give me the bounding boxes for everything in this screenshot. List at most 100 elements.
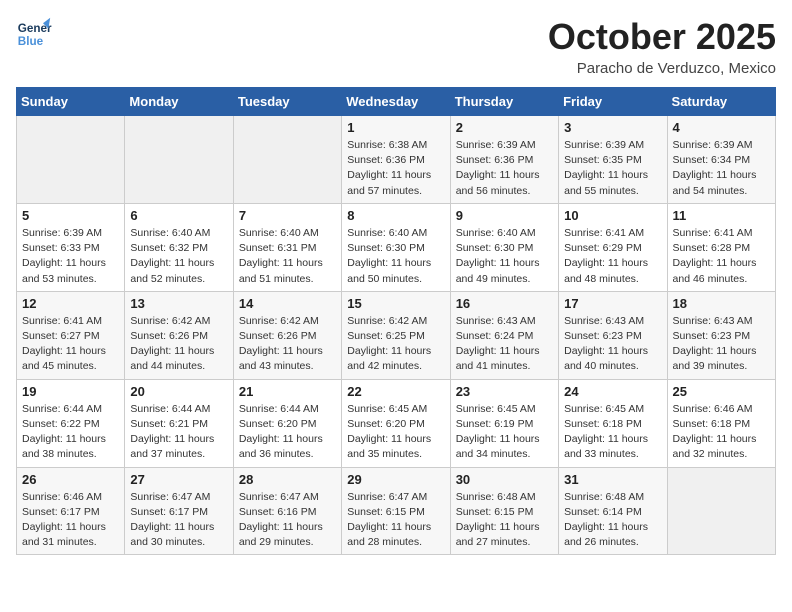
calendar-day-cell: 27 Sunrise: 6:47 AM Sunset: 6:17 PM Dayli… [125, 467, 233, 555]
title-block: October 2025 Paracho de Verduzco, Mexico [548, 16, 776, 77]
day-number: 23 [456, 384, 553, 399]
calendar-day-cell [233, 116, 341, 204]
calendar-day-cell: 5Sunrise: 6:39 AM Sunset: 6:33 PM Daylig… [17, 203, 125, 291]
day-number: 28 [239, 472, 336, 487]
day-number: 19 [22, 384, 119, 399]
day-info: Sunrise: 6:42 AM Sunset: 6:25 PM Dayligh… [347, 314, 444, 375]
weekday-header-cell: Thursday [450, 88, 558, 116]
weekday-header-cell: Monday [125, 88, 233, 116]
day-number: 6 [130, 208, 227, 223]
calendar-day-cell: 13 Sunrise: 6:42 AM Sunset: 6:26 PM Dayli… [125, 291, 233, 379]
calendar-week-row: 19 Sunrise: 6:44 AM Sunset: 6:22 PM Dayli… [17, 379, 776, 467]
day-info: Sunrise: 6:42 AM Sunset: 6:26 PM Dayligh… [239, 314, 336, 375]
page-header: General Blue October 2025 Paracho de Ver… [16, 16, 776, 77]
day-info: Sunrise: 6:46 AM Sunset: 6:17 PM Dayligh… [22, 490, 119, 551]
calendar-day-cell: 23 Sunrise: 6:45 AM Sunset: 6:19 PM Dayli… [450, 379, 558, 467]
calendar-table: SundayMondayTuesdayWednesdayThursdayFrid… [16, 87, 776, 555]
day-number: 2 [456, 120, 553, 135]
calendar-week-row: 5Sunrise: 6:39 AM Sunset: 6:33 PM Daylig… [17, 203, 776, 291]
day-info: Sunrise: 6:40 AM Sunset: 6:31 PM Dayligh… [239, 226, 336, 287]
day-number: 10 [564, 208, 661, 223]
day-info: Sunrise: 6:43 AM Sunset: 6:23 PM Dayligh… [564, 314, 661, 375]
day-number: 24 [564, 384, 661, 399]
calendar-day-cell [125, 116, 233, 204]
day-number: 15 [347, 296, 444, 311]
calendar-day-cell: 20 Sunrise: 6:44 AM Sunset: 6:21 PM Dayli… [125, 379, 233, 467]
calendar-day-cell: 22Sunrise: 6:45 AM Sunset: 6:20 PM Dayli… [342, 379, 450, 467]
day-info: Sunrise: 6:47 AM Sunset: 6:15 PM Dayligh… [347, 490, 444, 551]
day-number: 16 [456, 296, 553, 311]
weekday-header-cell: Friday [559, 88, 667, 116]
day-number: 25 [673, 384, 770, 399]
day-number: 18 [673, 296, 770, 311]
calendar-day-cell [17, 116, 125, 204]
calendar-day-cell: 30 Sunrise: 6:48 AM Sunset: 6:15 PM Dayli… [450, 467, 558, 555]
calendar-day-cell: 6Sunrise: 6:40 AM Sunset: 6:32 PM Daylig… [125, 203, 233, 291]
day-info: Sunrise: 6:39 AM Sunset: 6:34 PM Dayligh… [673, 138, 770, 199]
calendar-day-cell: 3Sunrise: 6:39 AM Sunset: 6:35 PM Daylig… [559, 116, 667, 204]
day-number: 31 [564, 472, 661, 487]
day-info: Sunrise: 6:40 AM Sunset: 6:30 PM Dayligh… [347, 226, 444, 287]
day-number: 1 [347, 120, 444, 135]
calendar-day-cell: 15 Sunrise: 6:42 AM Sunset: 6:25 PM Dayli… [342, 291, 450, 379]
location: Paracho de Verduzco, Mexico [548, 60, 776, 77]
day-number: 26 [22, 472, 119, 487]
calendar-body: 1 Sunrise: 6:38 AM Sunset: 6:36 PM Daylig… [17, 116, 776, 555]
day-info: Sunrise: 6:39 AM Sunset: 6:35 PM Dayligh… [564, 138, 661, 199]
day-info: Sunrise: 6:45 AM Sunset: 6:18 PM Dayligh… [564, 402, 661, 463]
day-number: 29 [347, 472, 444, 487]
day-info: Sunrise: 6:41 AM Sunset: 6:28 PM Dayligh… [673, 226, 770, 287]
weekday-header-row: SundayMondayTuesdayWednesdayThursdayFrid… [17, 88, 776, 116]
day-number: 30 [456, 472, 553, 487]
calendar-day-cell: 28 Sunrise: 6:47 AM Sunset: 6:16 PM Dayli… [233, 467, 341, 555]
calendar-day-cell: 29 Sunrise: 6:47 AM Sunset: 6:15 PM Dayli… [342, 467, 450, 555]
day-info: Sunrise: 6:41 AM Sunset: 6:27 PM Dayligh… [22, 314, 119, 375]
calendar-day-cell: 14Sunrise: 6:42 AM Sunset: 6:26 PM Dayli… [233, 291, 341, 379]
calendar-day-cell: 1 Sunrise: 6:38 AM Sunset: 6:36 PM Daylig… [342, 116, 450, 204]
day-number: 4 [673, 120, 770, 135]
day-info: Sunrise: 6:48 AM Sunset: 6:15 PM Dayligh… [456, 490, 553, 551]
calendar-day-cell: 4 Sunrise: 6:39 AM Sunset: 6:34 PM Daylig… [667, 116, 775, 204]
calendar-day-cell: 24 Sunrise: 6:45 AM Sunset: 6:18 PM Dayli… [559, 379, 667, 467]
calendar-day-cell [667, 467, 775, 555]
calendar-day-cell: 19 Sunrise: 6:44 AM Sunset: 6:22 PM Dayli… [17, 379, 125, 467]
day-number: 8 [347, 208, 444, 223]
calendar-day-cell: 21 Sunrise: 6:44 AM Sunset: 6:20 PM Dayli… [233, 379, 341, 467]
calendar-day-cell: 10Sunrise: 6:41 AM Sunset: 6:29 PM Dayli… [559, 203, 667, 291]
day-number: 21 [239, 384, 336, 399]
day-info: Sunrise: 6:44 AM Sunset: 6:20 PM Dayligh… [239, 402, 336, 463]
day-info: Sunrise: 6:42 AM Sunset: 6:26 PM Dayligh… [130, 314, 227, 375]
calendar-day-cell: 2Sunrise: 6:39 AM Sunset: 6:36 PM Daylig… [450, 116, 558, 204]
calendar-day-cell: 25Sunrise: 6:46 AM Sunset: 6:18 PM Dayli… [667, 379, 775, 467]
calendar-day-cell: 9Sunrise: 6:40 AM Sunset: 6:30 PM Daylig… [450, 203, 558, 291]
calendar-day-cell: 26 Sunrise: 6:46 AM Sunset: 6:17 PM Dayli… [17, 467, 125, 555]
calendar-week-row: 1 Sunrise: 6:38 AM Sunset: 6:36 PM Daylig… [17, 116, 776, 204]
day-info: Sunrise: 6:47 AM Sunset: 6:16 PM Dayligh… [239, 490, 336, 551]
day-number: 27 [130, 472, 227, 487]
day-number: 20 [130, 384, 227, 399]
day-number: 17 [564, 296, 661, 311]
calendar-day-cell: 11Sunrise: 6:41 AM Sunset: 6:28 PM Dayli… [667, 203, 775, 291]
calendar-day-cell: 17 Sunrise: 6:43 AM Sunset: 6:23 PM Dayli… [559, 291, 667, 379]
day-info: Sunrise: 6:44 AM Sunset: 6:21 PM Dayligh… [130, 402, 227, 463]
day-info: Sunrise: 6:47 AM Sunset: 6:17 PM Dayligh… [130, 490, 227, 551]
weekday-header-cell: Tuesday [233, 88, 341, 116]
day-info: Sunrise: 6:44 AM Sunset: 6:22 PM Dayligh… [22, 402, 119, 463]
calendar-week-row: 12Sunrise: 6:41 AM Sunset: 6:27 PM Dayli… [17, 291, 776, 379]
day-number: 9 [456, 208, 553, 223]
weekday-header-cell: Sunday [17, 88, 125, 116]
calendar-week-row: 26 Sunrise: 6:46 AM Sunset: 6:17 PM Dayli… [17, 467, 776, 555]
weekday-header-cell: Wednesday [342, 88, 450, 116]
calendar-day-cell: 16Sunrise: 6:43 AM Sunset: 6:24 PM Dayli… [450, 291, 558, 379]
day-number: 22 [347, 384, 444, 399]
logo: General Blue [16, 16, 52, 52]
day-number: 13 [130, 296, 227, 311]
day-info: Sunrise: 6:43 AM Sunset: 6:23 PM Dayligh… [673, 314, 770, 375]
svg-text:Blue: Blue [18, 35, 44, 48]
day-info: Sunrise: 6:38 AM Sunset: 6:36 PM Dayligh… [347, 138, 444, 199]
calendar-day-cell: 8 Sunrise: 6:40 AM Sunset: 6:30 PM Daylig… [342, 203, 450, 291]
weekday-header-cell: Saturday [667, 88, 775, 116]
day-info: Sunrise: 6:45 AM Sunset: 6:19 PM Dayligh… [456, 402, 553, 463]
day-info: Sunrise: 6:39 AM Sunset: 6:33 PM Dayligh… [22, 226, 119, 287]
logo-icon: General Blue [16, 16, 52, 52]
